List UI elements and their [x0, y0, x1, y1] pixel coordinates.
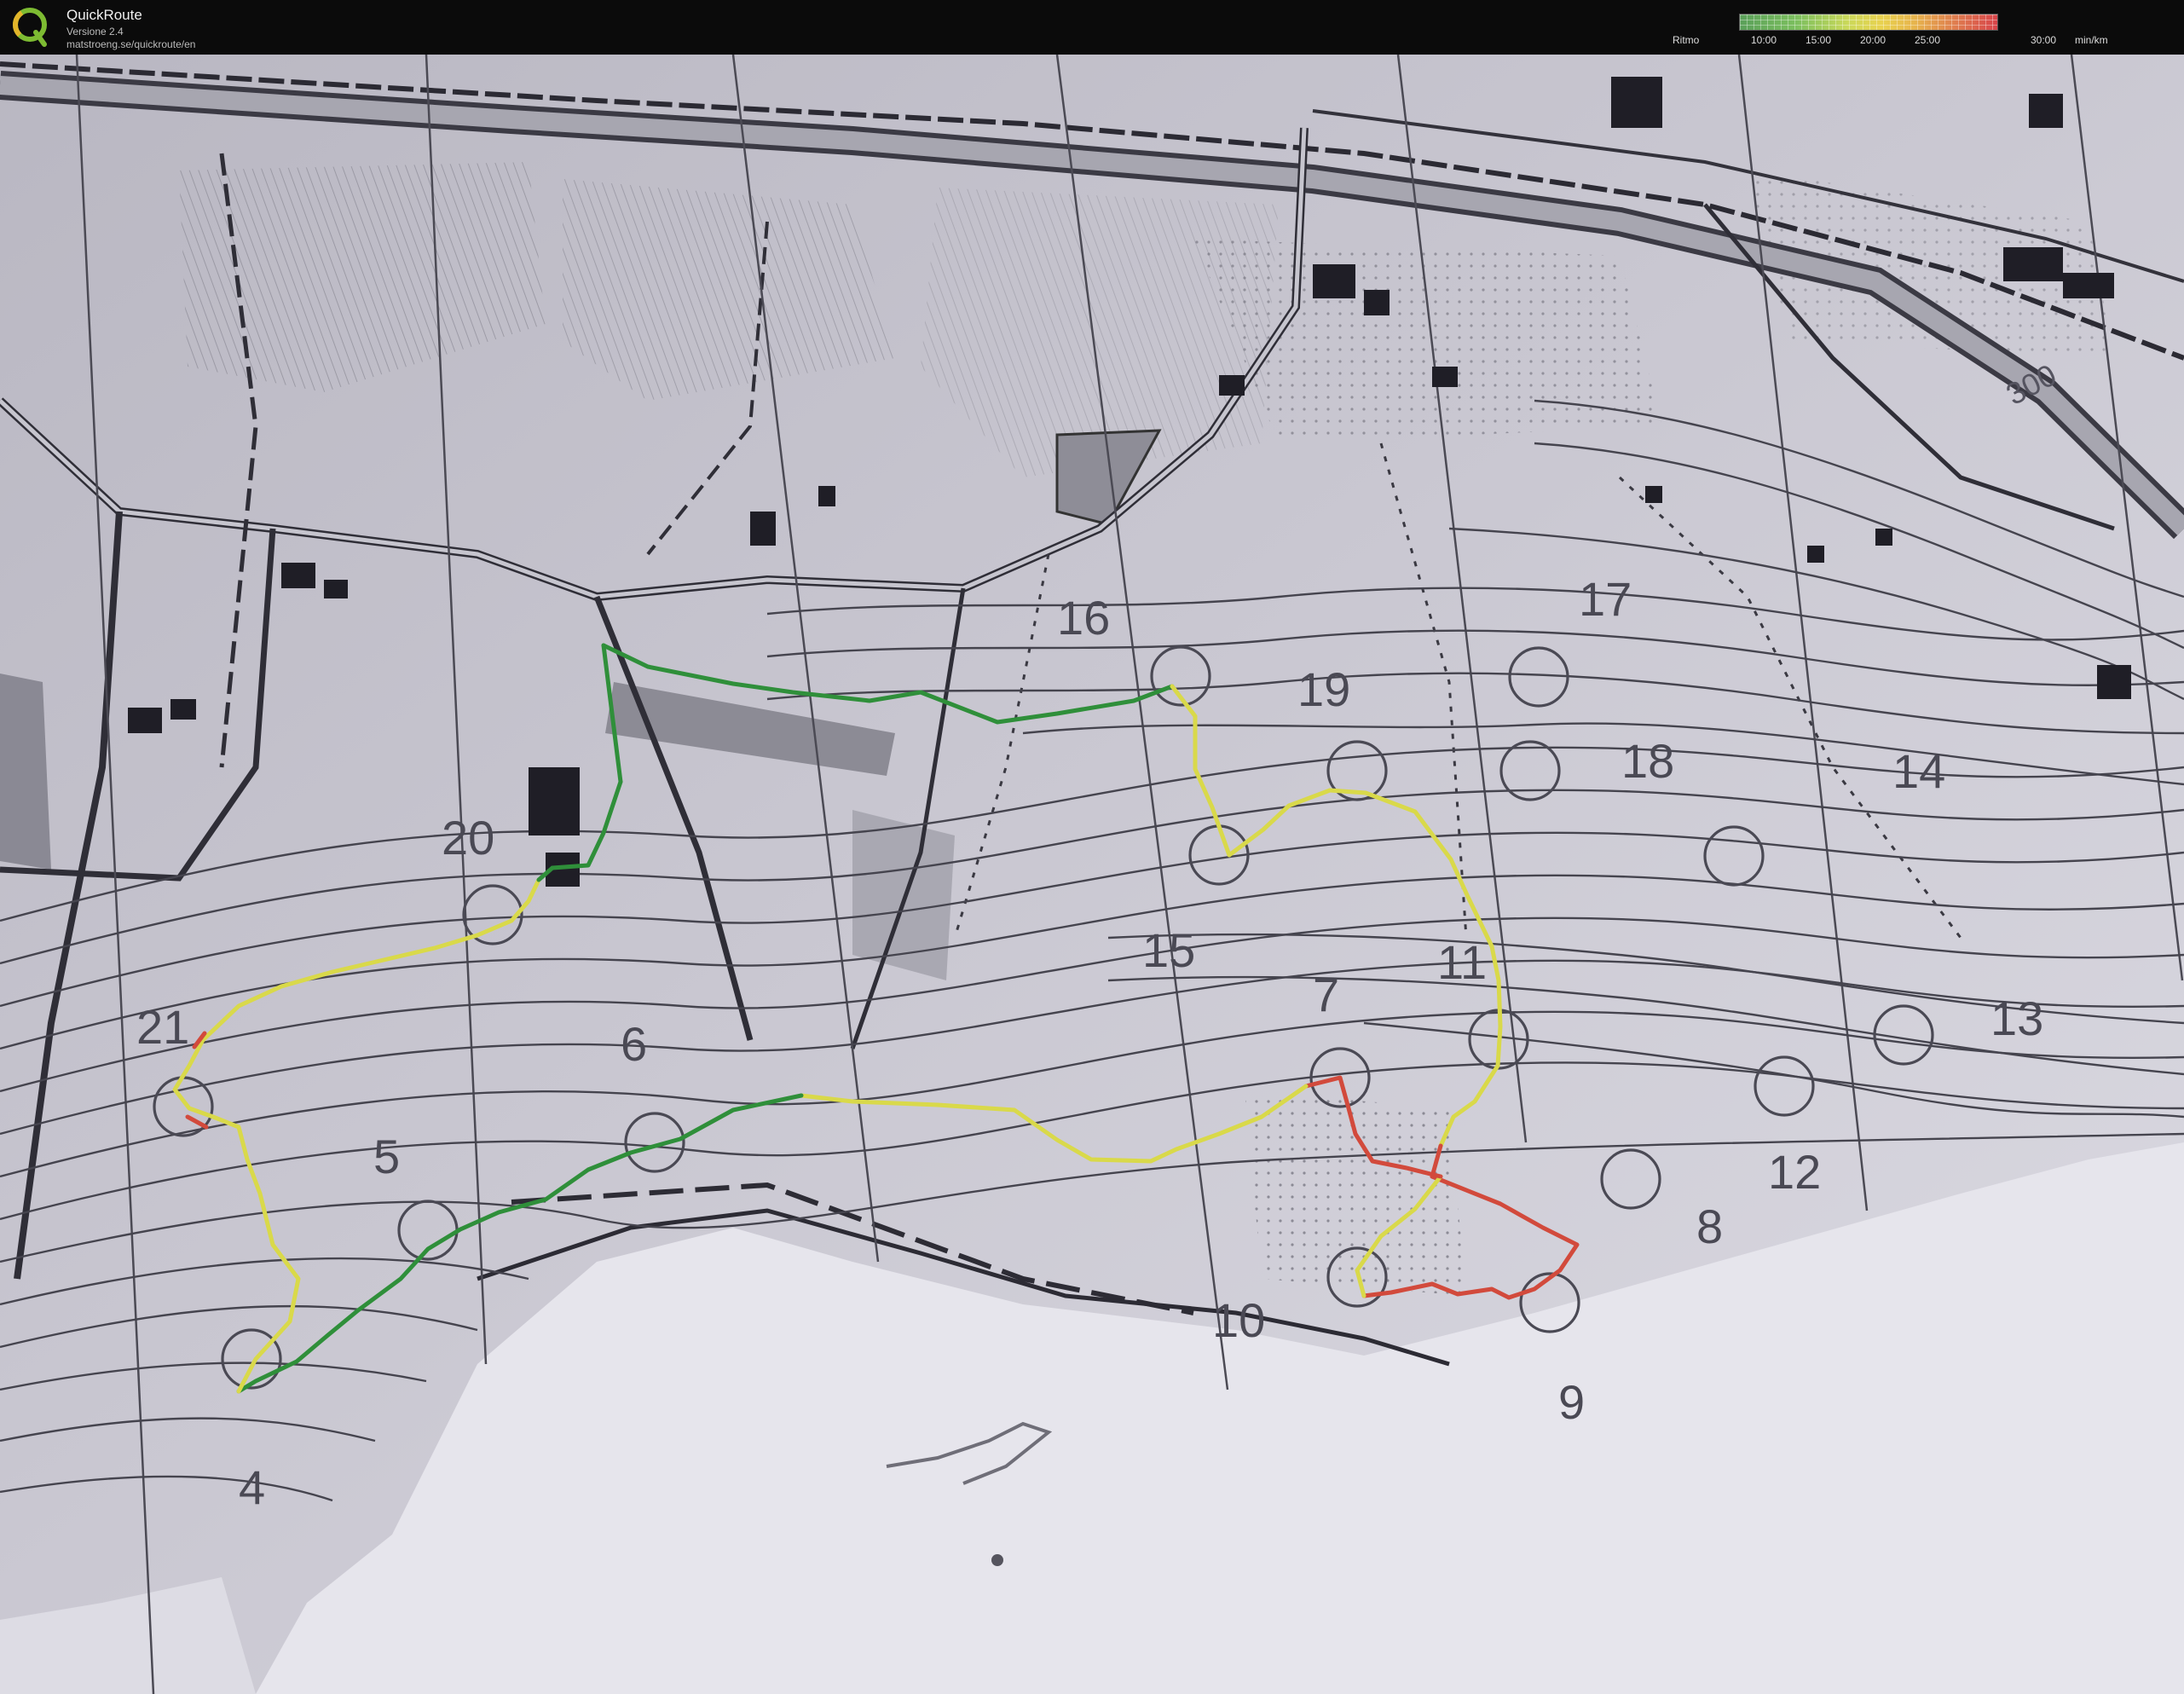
control-number: 13 [1990, 992, 2043, 1045]
control-number: 9 [1558, 1375, 1585, 1429]
control-number: 20 [442, 811, 494, 864]
legend-tick: 15:00 [1806, 34, 1832, 46]
control-number: 19 [1297, 662, 1350, 716]
control-number: 5 [373, 1130, 400, 1183]
title-bar: QuickRoute Versione 2.4 matstroeng.se/qu… [0, 0, 2184, 55]
legend-label: Ritmo [1673, 34, 1700, 46]
control-number: 15 [1142, 923, 1195, 977]
legend-tick: 20:00 [1860, 34, 1886, 46]
control-number: 18 [1621, 734, 1674, 788]
control-number: 21 [136, 1000, 189, 1054]
pace-legend: Ritmo 10:00 15:00 20:00 25:00 30:00 min/… [1673, 14, 2150, 48]
control-number: 11 [1437, 935, 1487, 989]
app-version: Versione 2.4 [66, 26, 124, 38]
legend-tick: 10:00 [1751, 34, 1777, 46]
control-number: 7 [1313, 968, 1339, 1021]
control-number: 12 [1768, 1145, 1821, 1199]
pace-color-scale [1739, 14, 1998, 31]
quickroute-logo-icon [13, 8, 47, 47]
dark-field [0, 674, 51, 870]
paper-stain [991, 1554, 1003, 1566]
app-title: QuickRoute [66, 7, 142, 23]
control-number: 16 [1057, 591, 1110, 645]
legend-tick: 25:00 [1915, 34, 1941, 46]
app-url[interactable]: matstroeng.se/quickroute/en [66, 38, 195, 50]
quickroute-window: QuickRoute Versione 2.4 matstroeng.se/qu… [0, 0, 2184, 1694]
control-number: 14 [1892, 744, 1945, 798]
control-number: 17 [1579, 572, 1632, 626]
control-number: 4 [239, 1460, 265, 1514]
control-number: 8 [1696, 1200, 1723, 1253]
legend-tick: 30:00 [2031, 34, 2057, 46]
dotted-area [1245, 1091, 1466, 1296]
legend-unit: min/km [2075, 34, 2108, 46]
control-number: 10 [1212, 1293, 1265, 1347]
control-number: 6 [621, 1017, 647, 1071]
orienteering-map[interactable]: 300 4 5 6 7 8 9 10 11 12 13 14 15 16 17 … [0, 55, 2184, 1694]
